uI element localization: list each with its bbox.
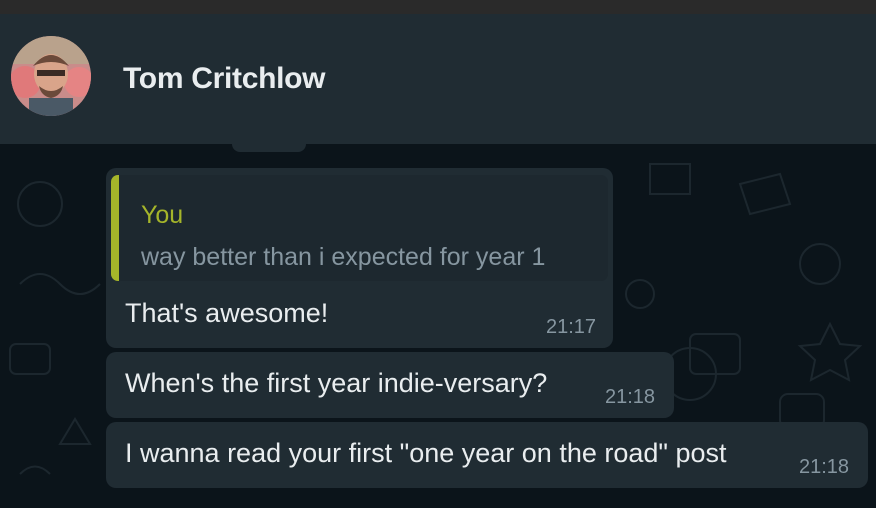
message-bubble[interactable]: You way better than i expected for year … [106,168,613,348]
contact-name: Tom Critchlow [123,62,326,95]
quote-accent-bar [111,175,119,281]
quoted-author: You [141,201,184,229]
message-bubble[interactable]: I wanna read your first "one year on the… [106,422,868,488]
message-time: 21:18 [605,386,656,408]
quoted-reply[interactable]: You way better than i expected for year … [111,175,608,281]
message-text: I wanna read your first "one year on the… [125,438,727,468]
avatar[interactable] [11,36,91,116]
message-time: 21:18 [799,456,850,478]
message-time: 21:17 [546,316,597,338]
chat-header[interactable]: Tom Critchlow [0,14,876,144]
message-bubble[interactable]: When's the first year indie-versary? 21:… [106,352,674,418]
message-text: That's awesome! [125,298,329,328]
message-text: When's the first year indie-versary? [125,368,548,398]
window-top-strip [0,0,876,14]
quoted-text: way better than i expected for year 1 [141,243,546,271]
previous-message-bubble-edge [232,138,306,152]
contact-photo [11,36,91,116]
